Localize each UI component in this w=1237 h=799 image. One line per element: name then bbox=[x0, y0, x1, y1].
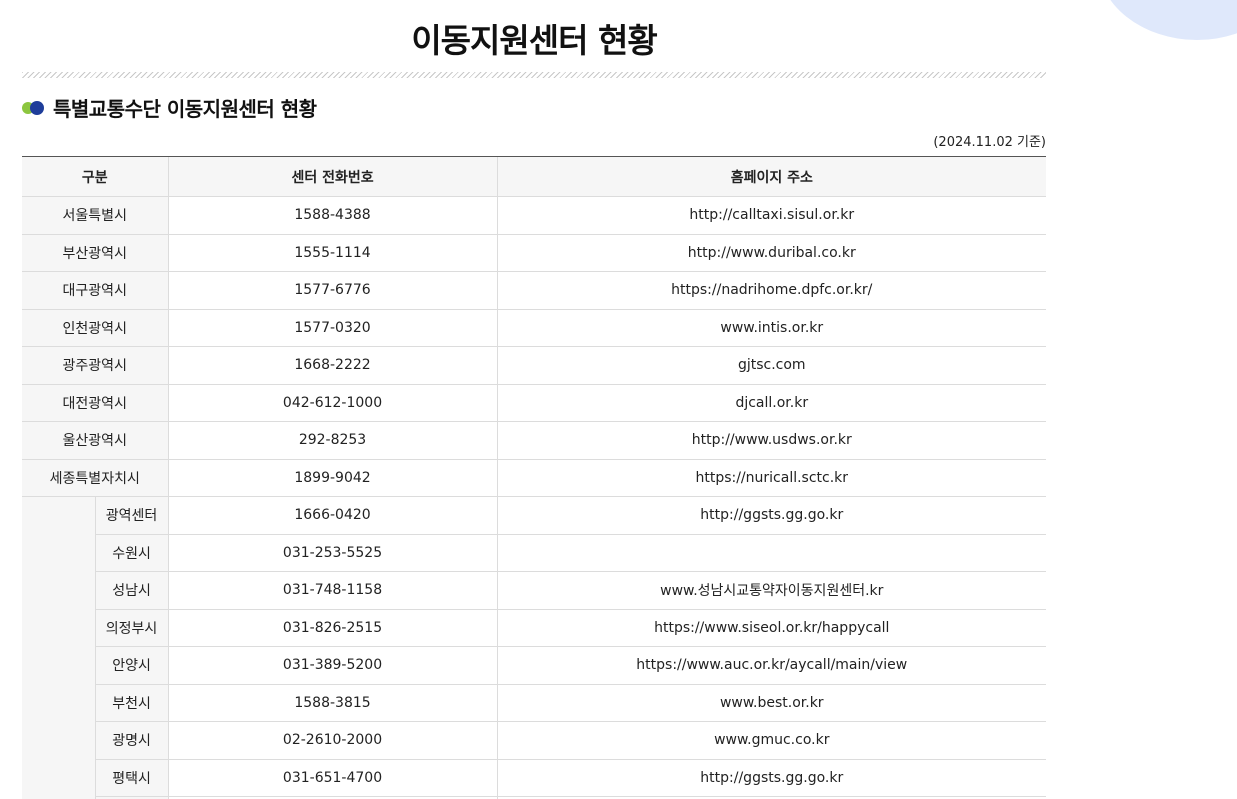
phone-number: 1555-1114 bbox=[167, 234, 498, 272]
region-name: 울산광역시 bbox=[22, 421, 169, 460]
phone-number: 031-748-1158 bbox=[167, 571, 498, 610]
homepage-link[interactable]: www.gmuc.co.kr bbox=[496, 721, 1046, 760]
table-row: 광명시 02-2610-2000 www.gmuc.co.kr bbox=[22, 721, 1046, 760]
header-category: 구분 bbox=[22, 156, 169, 197]
table-row: 의정부시 031-826-2515 https://www.siseol.or.kr… bbox=[22, 609, 1046, 647]
region-name: 서울특별시 bbox=[22, 196, 169, 235]
table-row: 부천시 1588-3815 www.best.or.kr bbox=[22, 684, 1046, 722]
homepage-link[interactable]: http://www.usdws.or.kr bbox=[496, 421, 1046, 460]
homepage-link bbox=[496, 534, 1046, 572]
phone-number: 1588-4388 bbox=[167, 196, 498, 235]
region-name: 대전광역시 bbox=[22, 384, 169, 422]
phone-number: 02-2610-2000 bbox=[167, 721, 498, 760]
homepage-link[interactable]: gjtsc.com bbox=[496, 346, 1046, 385]
bullet-dots-icon bbox=[22, 100, 46, 115]
section-title: 특별교통수단 이동지원센터 현황 bbox=[53, 96, 317, 121]
table-row: 수원시 031-253-5525 bbox=[22, 534, 1046, 572]
homepage-link[interactable]: https://nuricall.sctc.kr bbox=[496, 459, 1046, 497]
group-region-cell bbox=[22, 496, 95, 799]
phone-number: 1668-2222 bbox=[167, 346, 498, 385]
table-row: 광역센터 1666-0420 http://ggsts.gg.go.kr bbox=[22, 496, 1046, 799]
homepage-link[interactable]: www.best.or.kr bbox=[496, 684, 1046, 722]
phone-number: 1899-9042 bbox=[167, 459, 498, 497]
sub-region-name: 부천시 bbox=[94, 684, 169, 722]
table-row: 평택시 031-651-4700 http://ggsts.gg.go.kr bbox=[22, 759, 1046, 797]
table-header-row: 구분 센터 전화번호 홈페이지 주소 bbox=[22, 156, 1046, 197]
table-row: 서울특별시 1588-4388 http://calltaxi.sisul.or.k… bbox=[22, 196, 1046, 235]
phone-number: 1666-0420 bbox=[167, 496, 498, 535]
header-homepage: 홈페이지 주소 bbox=[496, 156, 1046, 197]
table-row: 세종특별자치시 1899-9042 https://nuricall.sctc.kr bbox=[22, 459, 1046, 497]
phone-number: 031-651-4700 bbox=[167, 759, 498, 797]
phone-number: 031-826-2515 bbox=[167, 609, 498, 647]
date-note: (2024.11.02 기준) bbox=[933, 135, 1046, 150]
region-name: 인천광역시 bbox=[22, 309, 169, 347]
homepage-link[interactable]: djcall.or.kr bbox=[496, 384, 1046, 422]
phone-number: 292-8253 bbox=[167, 421, 498, 460]
sub-region-name: 수원시 bbox=[94, 534, 169, 572]
phone-number: 042-612-1000 bbox=[167, 384, 498, 422]
hatched-divider bbox=[22, 72, 1046, 78]
region-name: 대구광역시 bbox=[22, 271, 169, 310]
homepage-link[interactable]: www.성남시교통약자이동지원센터.kr bbox=[496, 571, 1046, 610]
table-row: 인천광역시 1577-0320 www.intis.or.kr bbox=[22, 309, 1046, 347]
homepage-link[interactable]: http://ggsts.gg.go.kr bbox=[496, 496, 1046, 535]
sub-region-name: 안양시 bbox=[94, 646, 169, 685]
sub-region-name: 광역센터 bbox=[94, 496, 169, 535]
table-row: 부산광역시 1555-1114 http://www.duribal.co.kr bbox=[22, 234, 1046, 272]
homepage-link[interactable]: https://www.siseol.or.kr/happycall bbox=[496, 609, 1046, 647]
table-row: 안양시 031-389-5200 https://www.auc.or.kr/ayc… bbox=[22, 646, 1046, 685]
phone-number: 1577-6776 bbox=[167, 271, 498, 310]
center-table-container: 구분 센터 전화번호 홈페이지 주소 서울특별시 1588-4388 http://… bbox=[22, 156, 1046, 799]
table-row: 대구광역시 1577-6776 https://nadrihome.dpfc.or.… bbox=[22, 271, 1046, 310]
table-row: 광주광역시 1668-2222 gjtsc.com bbox=[22, 346, 1046, 385]
phone-number: 031-253-5525 bbox=[167, 534, 498, 572]
sub-region-name: 광명시 bbox=[94, 721, 169, 760]
phone-number: 1588-3815 bbox=[167, 684, 498, 722]
table-row: 울산광역시 292-8253 http://www.usdws.or.kr bbox=[22, 421, 1046, 460]
homepage-link[interactable]: www.intis.or.kr bbox=[496, 309, 1046, 347]
homepage-link[interactable]: http://calltaxi.sisul.or.kr bbox=[496, 196, 1046, 235]
homepage-link[interactable]: https://www.auc.or.kr/aycall/main/view bbox=[496, 646, 1046, 685]
region-name: 광주광역시 bbox=[22, 346, 169, 385]
sub-region-name: 성남시 bbox=[94, 571, 169, 610]
homepage-link[interactable]: http://ggsts.gg.go.kr bbox=[496, 759, 1046, 797]
center-table: 구분 센터 전화번호 홈페이지 주소 서울특별시 1588-4388 http://… bbox=[22, 156, 1046, 799]
phone-number: 031-389-5200 bbox=[167, 646, 498, 685]
table-row: 대전광역시 042-612-1000 djcall.or.kr bbox=[22, 384, 1046, 422]
region-name: 세종특별자치시 bbox=[22, 459, 169, 497]
decorative-circle bbox=[1097, 0, 1237, 40]
page-title: 이동지원센터 현황 bbox=[411, 21, 657, 60]
section-header: 특별교통수단 이동지원센터 현황 bbox=[22, 94, 317, 121]
sub-region-name: 의정부시 bbox=[94, 609, 169, 647]
homepage-link[interactable]: http://www.duribal.co.kr bbox=[496, 234, 1046, 272]
region-name: 부산광역시 bbox=[22, 234, 169, 272]
sub-region-name: 평택시 bbox=[94, 759, 169, 797]
homepage-link[interactable]: https://nadrihome.dpfc.or.kr/ bbox=[496, 271, 1046, 310]
phone-number: 1577-0320 bbox=[167, 309, 498, 347]
table-row: 성남시 031-748-1158 www.성남시교통약자이동지원센터.kr bbox=[22, 571, 1046, 610]
header-phone: 센터 전화번호 bbox=[167, 156, 498, 197]
